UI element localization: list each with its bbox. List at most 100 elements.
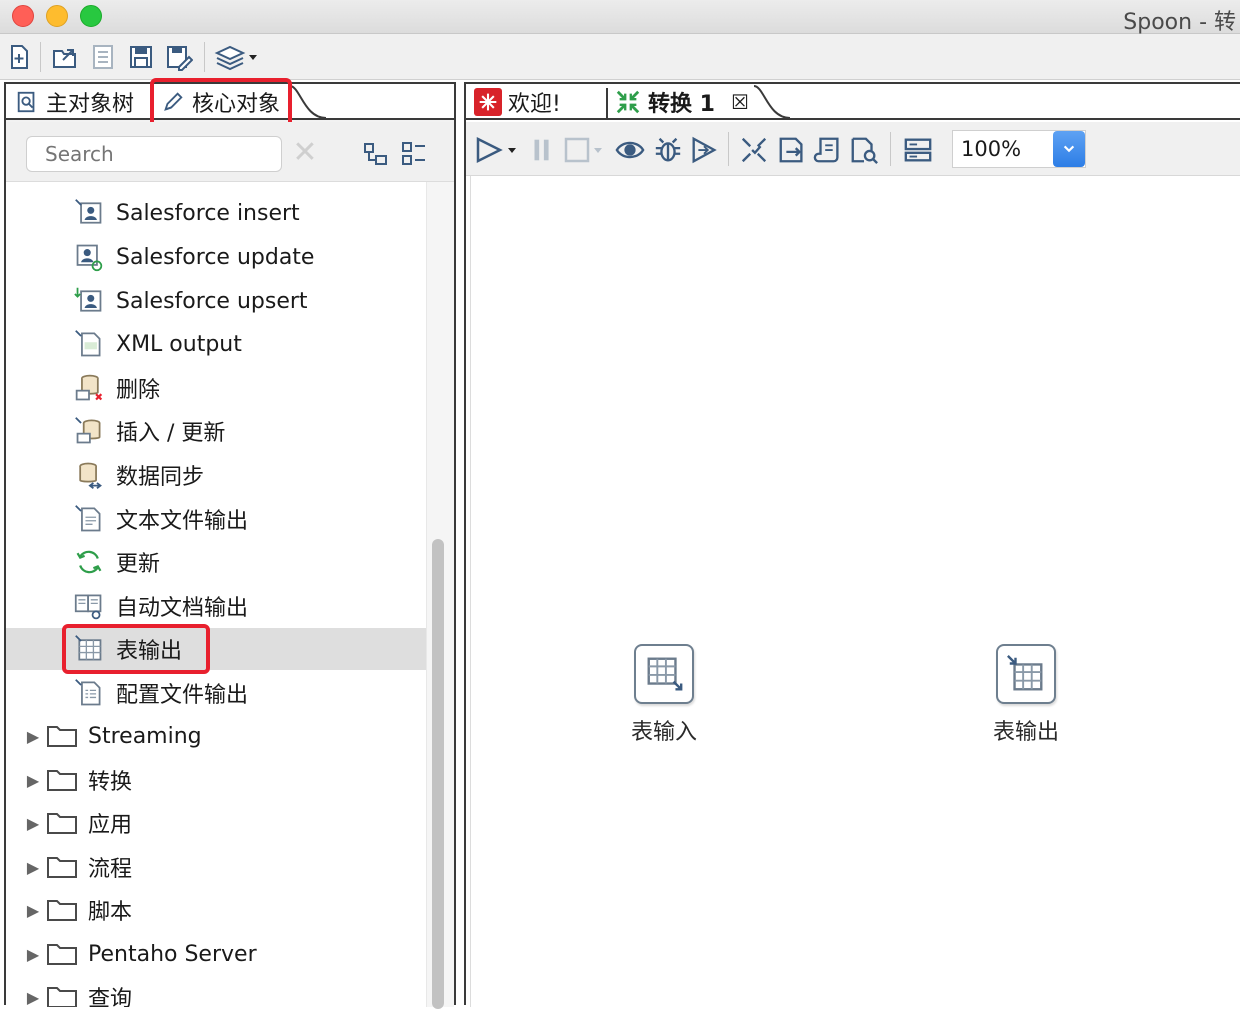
expand-arrow-icon[interactable]: ▶ xyxy=(20,945,46,964)
tree-folder-scripting[interactable]: ▶ 脚本 xyxy=(6,889,426,931)
tree-item-label: 自动文档输出 xyxy=(116,596,249,621)
tab-transformation-1[interactable]: 转换 1 ☒ xyxy=(614,84,754,120)
salesforce-upsert-icon xyxy=(72,284,106,318)
transformation-canvas[interactable]: 表输入 表输出 xyxy=(470,176,1240,1007)
tree-item-salesforce-insert[interactable]: Salesforce insert xyxy=(6,192,426,234)
tree-folder-streaming[interactable]: ▶ Streaming xyxy=(6,715,426,757)
tree-folder-lookup[interactable]: ▶ 查询 xyxy=(6,976,426,1007)
collapse-tree-icon xyxy=(364,143,387,165)
tree-folder-label: 应用 xyxy=(88,813,133,838)
left-panel: 主对象树 核心对象 ✕ Salesforce insert xyxy=(4,78,456,1009)
tree-scrollbar-thumb[interactable] xyxy=(432,539,444,1009)
view-tree-icon xyxy=(14,89,40,115)
expand-arrow-icon[interactable]: ▶ xyxy=(20,988,46,1007)
tree-item-text-file-output[interactable]: 文本文件输出 xyxy=(6,498,426,540)
tree-folder-application[interactable]: ▶ 应用 xyxy=(6,802,426,844)
tree-folder-flow[interactable]: ▶ 流程 xyxy=(6,846,426,888)
tree-item-salesforce-upsert[interactable]: Salesforce upsert xyxy=(6,280,426,322)
table-input-icon xyxy=(634,644,694,704)
tree-folder-label: Pentaho Server xyxy=(88,941,257,967)
tree-item-label: Salesforce upsert xyxy=(116,288,308,314)
title-bar: Spoon - 转 xyxy=(0,0,1240,35)
tree-item-salesforce-update[interactable]: Salesforce update xyxy=(6,236,426,278)
folder-icon xyxy=(47,726,77,747)
expand-all-button[interactable] xyxy=(400,140,428,168)
impact-icon xyxy=(779,137,803,163)
insert-update-icon xyxy=(72,414,106,448)
tree-item-properties-output[interactable]: 配置文件输出 xyxy=(6,672,426,714)
tree-item-auto-doc-output[interactable]: 自动文档输出 xyxy=(6,585,426,627)
show-results-button[interactable] xyxy=(902,134,934,166)
node-label: 表输出 xyxy=(993,720,1060,745)
run-button[interactable] xyxy=(474,134,520,166)
open-file-button[interactable] xyxy=(50,42,80,72)
explore-repo-button[interactable] xyxy=(88,42,118,72)
save-as-icon xyxy=(167,46,193,71)
tab-transformation-label: 转换 1 xyxy=(648,92,715,117)
transformation-icon xyxy=(614,88,642,116)
tree-item-delete[interactable]: 删除 xyxy=(6,367,426,409)
tree-item-label: 数据同步 xyxy=(116,465,205,490)
close-window-button[interactable] xyxy=(12,5,34,27)
tab-main-tree[interactable]: 主对象树 xyxy=(14,84,152,120)
db-search-icon xyxy=(851,137,878,164)
canvas-node-table-input[interactable]: 表输入 xyxy=(631,644,697,746)
verify-button[interactable] xyxy=(738,134,770,166)
new-file-button[interactable] xyxy=(4,42,34,72)
chevron-down-icon[interactable] xyxy=(1053,131,1085,167)
zoom-window-button[interactable] xyxy=(80,5,102,27)
replay-icon xyxy=(692,136,717,164)
main-toolbar xyxy=(0,34,1240,80)
tree-item-update[interactable]: 更新 xyxy=(6,541,426,583)
expand-arrow-icon[interactable]: ▶ xyxy=(20,727,46,746)
clear-search-icon[interactable]: ✕ xyxy=(290,138,320,168)
save-as-button[interactable] xyxy=(164,42,194,72)
tree-item-xml-output[interactable]: XML output xyxy=(6,323,426,365)
open-file-icon xyxy=(53,49,76,68)
xml-output-icon xyxy=(72,327,106,361)
expand-arrow-icon[interactable]: ▶ xyxy=(20,771,46,790)
right-panel: 欢迎! 转换 1 ☒ 100% 表输入 表输出 xyxy=(464,82,1240,1007)
minimize-window-button[interactable] xyxy=(46,5,68,27)
tree-folder-pentaho-server[interactable]: ▶ Pentaho Server xyxy=(6,933,426,975)
zoom-select[interactable]: 100% xyxy=(952,130,1086,168)
save-button[interactable] xyxy=(126,42,156,72)
explore-db-button[interactable] xyxy=(848,134,880,166)
tree-item-label: Salesforce update xyxy=(116,244,315,270)
preview-button[interactable] xyxy=(614,134,646,166)
script-icon xyxy=(813,137,839,163)
auto-doc-output-icon xyxy=(72,589,106,623)
folder-icon xyxy=(47,900,77,921)
expand-arrow-icon[interactable]: ▶ xyxy=(20,814,46,833)
folder-icon xyxy=(47,813,77,834)
search-input[interactable] xyxy=(26,136,282,172)
sql-button[interactable] xyxy=(812,134,844,166)
tree-item-label: XML output xyxy=(116,331,242,357)
collapse-all-button[interactable] xyxy=(362,140,390,168)
impact-button[interactable] xyxy=(776,134,808,166)
search-row: ✕ xyxy=(6,122,454,182)
expand-arrow-icon[interactable]: ▶ xyxy=(20,858,46,877)
close-tab-icon[interactable]: ☒ xyxy=(731,90,749,114)
replay-button[interactable] xyxy=(688,134,720,166)
stop-button[interactable] xyxy=(562,134,608,166)
tree-item-insert-update[interactable]: 插入 / 更新 xyxy=(6,410,426,452)
tree-folder-transform[interactable]: ▶ 转换 xyxy=(6,759,426,801)
steps-tree: Salesforce insert Salesforce update Sale… xyxy=(6,182,426,1007)
run-icon xyxy=(476,136,516,164)
tree-item-label: 配置文件输出 xyxy=(116,683,249,708)
folder-icon xyxy=(47,987,77,1007)
tab-welcome[interactable]: 欢迎! xyxy=(474,84,604,120)
verify-icon xyxy=(741,137,767,163)
update-refresh-icon xyxy=(72,545,106,579)
tree-item-label: 插入 / 更新 xyxy=(116,421,226,446)
canvas-node-table-output[interactable]: 表输出 xyxy=(993,644,1059,746)
tree-item-label: Salesforce insert xyxy=(116,200,300,226)
debug-button[interactable] xyxy=(652,134,684,166)
perspective-button[interactable] xyxy=(214,42,260,72)
perspective-icon xyxy=(214,45,257,71)
expand-arrow-icon[interactable]: ▶ xyxy=(20,901,46,920)
new-file-icon xyxy=(11,45,28,69)
tree-item-sync-data[interactable]: 数据同步 xyxy=(6,454,426,496)
pause-button[interactable] xyxy=(526,134,558,166)
